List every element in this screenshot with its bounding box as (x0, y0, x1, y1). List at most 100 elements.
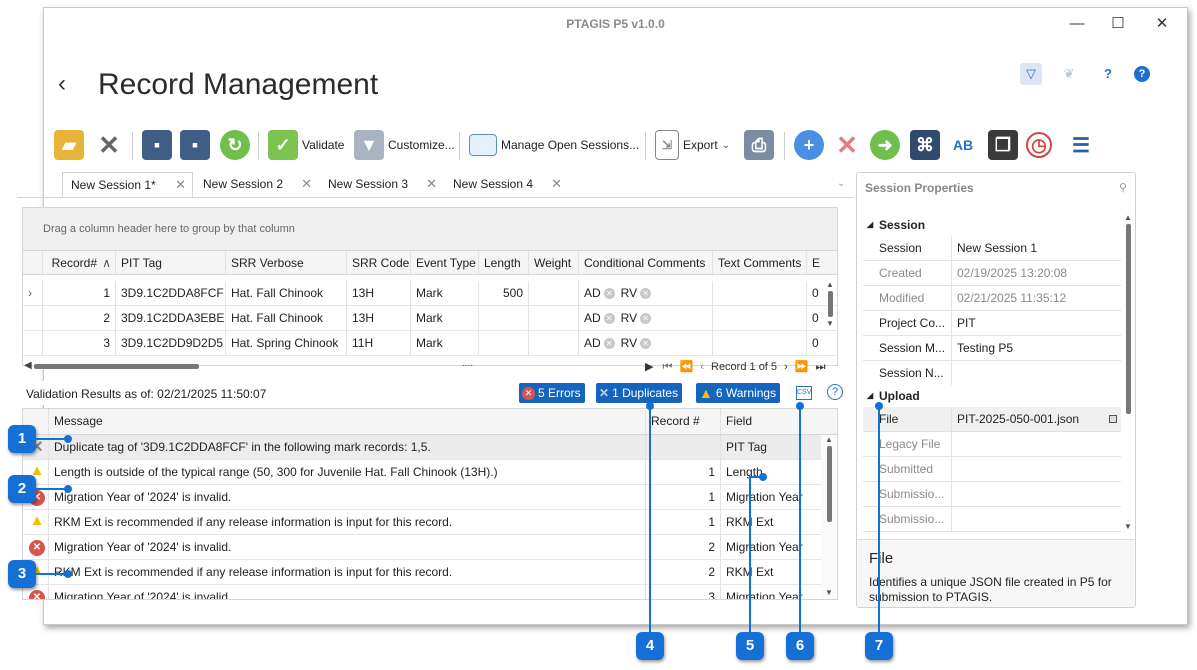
list-item[interactable]: ✕ Migration Year of '2024' is invalid. 3 Mi… (23, 585, 823, 599)
col-event-type[interactable]: Event Type (411, 251, 479, 276)
pin-icon[interactable]: ⚲ (1119, 181, 1127, 194)
help-icon[interactable]: ? (1134, 66, 1150, 82)
csv-export-icon[interactable]: CSV (796, 386, 812, 400)
col-weight[interactable]: Weight (529, 251, 579, 276)
property-row[interactable]: Project Co... PIT (863, 311, 1121, 336)
browse-file-icon[interactable] (1109, 415, 1117, 423)
list-item[interactable]: ✕ Duplicate tag of '3D9.1C2DDA8FCF' in th… (23, 435, 823, 460)
property-row[interactable]: Session M... Testing P5 (863, 336, 1121, 361)
list-button[interactable]: ☰ (1066, 128, 1096, 162)
duplicates-filter-button[interactable]: ✕ 1 Duplicates (596, 383, 683, 403)
property-value[interactable] (951, 432, 1121, 457)
validate-button[interactable]: ✓ Validate (268, 128, 344, 162)
table-row[interactable]: 2 3D9.1C2DDA3EBE Hat. Fall Chinook 13H M… (23, 306, 837, 331)
errors-filter-button[interactable]: ✕ 5 Errors (519, 383, 585, 403)
col-message[interactable]: Message (49, 409, 646, 434)
col-length[interactable]: Length (479, 251, 529, 276)
col-pit-tag[interactable]: PIT Tag (116, 251, 226, 276)
next-fast-icon[interactable]: ⏩ (795, 361, 809, 373)
property-row[interactable]: Submitted (863, 457, 1121, 482)
find-button[interactable]: ⌘ (910, 128, 940, 162)
properties-scrollbar[interactable]: ▲ ▼ (1123, 213, 1133, 531)
close-button[interactable]: ✕ (1150, 14, 1174, 34)
property-value[interactable]: New Session 1 (951, 236, 1121, 261)
close-icon[interactable]: ✕ (426, 172, 437, 196)
property-row[interactable]: Submissio... (863, 482, 1121, 507)
col-record[interactable]: Record# ∧ (43, 251, 116, 276)
leaf-icon[interactable]: ❦ (1058, 63, 1080, 85)
table-row[interactable]: 3 3D9.1C2DD9D2D5 Hat. Spring Chinook 11H… (23, 331, 837, 356)
tab-new-session-4[interactable]: New Session 4 ✕ (445, 172, 568, 198)
list-item[interactable]: ▲ RKM Ext is recommended if any release i… (23, 510, 823, 535)
list-item[interactable]: ▲ RKM Ext is recommended if any release i… (23, 560, 823, 585)
tab-new-session-3[interactable]: New Session 3 ✕ (320, 172, 443, 198)
help-book-icon[interactable]: ? (1097, 63, 1119, 85)
close-icon[interactable]: ✕ (175, 173, 186, 197)
group-by-area[interactable]: Drag a column header here to group by th… (23, 208, 837, 250)
delete-button[interactable]: ✕ (94, 128, 124, 162)
property-row[interactable]: Legacy File (863, 432, 1121, 457)
back-button[interactable]: ‹ (58, 70, 66, 98)
property-row[interactable]: Session N... (863, 361, 1121, 386)
tab-new-session-1[interactable]: New Session 1* ✕ (62, 172, 193, 198)
property-row[interactable]: Created 02/19/2025 13:20:08 (863, 261, 1121, 286)
filter-icon[interactable]: ▽ (1020, 63, 1042, 85)
replace-button[interactable]: AB (948, 128, 978, 162)
first-page-icon[interactable]: ⏮ (663, 361, 673, 373)
manage-sessions-button[interactable]: Manage Open Sessions... (469, 128, 639, 162)
col-field[interactable]: Field (721, 409, 821, 434)
property-row[interactable]: Modified 02/21/2025 11:35:12 (863, 286, 1121, 311)
go-button[interactable]: ➜ (870, 128, 900, 162)
property-value[interactable] (951, 482, 1121, 507)
minimize-button[interactable]: — (1065, 14, 1089, 34)
property-row[interactable]: Session New Session 1 (863, 236, 1121, 261)
last-page-icon[interactable]: ⏭ (816, 361, 826, 373)
validation-scrollbar[interactable]: ▲ ▼ (821, 435, 837, 599)
tabs-chevron-icon[interactable]: ⌄ (837, 178, 845, 189)
property-value[interactable]: 02/21/2025 11:35:12 (951, 286, 1121, 311)
col-srr-verbose[interactable]: SRR Verbose (226, 251, 347, 276)
print-button[interactable]: ⎙ (744, 128, 774, 162)
add-record-button[interactable]: + (794, 128, 824, 162)
clock-button[interactable]: ◷ (1026, 128, 1052, 162)
list-item[interactable]: ✕ Migration Year of '2024' is invalid. 1 Mi… (23, 485, 823, 510)
property-value[interactable] (951, 507, 1121, 532)
property-value[interactable] (951, 361, 1121, 386)
property-value[interactable]: 02/19/2025 13:20:08 (951, 261, 1121, 286)
help-icon[interactable]: ? (827, 384, 843, 400)
list-item[interactable]: ▲ Length is outside of the typical range … (23, 460, 823, 485)
refresh-button[interactable]: ↻ (220, 128, 250, 162)
vertical-scrollbar[interactable]: ▲ ▼ (825, 280, 835, 360)
scroll-right-icon[interactable]: ▶ (645, 361, 653, 373)
col-text-comments[interactable]: Text Comments (713, 251, 807, 276)
table-row[interactable]: › 1 3D9.1C2DDA8FCF Hat. Fall Chinook 13H… (23, 281, 837, 306)
property-value[interactable] (951, 457, 1121, 482)
tab-new-session-2[interactable]: New Session 2 ✕ (195, 172, 318, 198)
close-icon[interactable]: ✕ (551, 172, 562, 196)
col-record-number[interactable]: Record # (646, 409, 721, 434)
prev-fast-icon[interactable]: ⏪ (680, 361, 694, 373)
customize-button[interactable]: ▼ Customize... (354, 128, 455, 162)
remove-record-button[interactable]: ✕ (832, 128, 862, 162)
col-srr-code[interactable]: SRR Code (347, 251, 411, 276)
open-button[interactable]: ▰ (54, 128, 84, 162)
close-icon[interactable]: ✕ (301, 172, 312, 196)
property-value[interactable]: Testing P5 (951, 336, 1121, 361)
property-value[interactable]: PIT-2025-050-001.json (951, 407, 1121, 432)
save-as-button[interactable]: ▪ (180, 128, 210, 162)
category-session[interactable]: ◢ Session (863, 214, 1121, 236)
col-e[interactable]: E (807, 251, 823, 276)
col-conditional-comments[interactable]: Conditional Comments (579, 251, 713, 276)
list-item[interactable]: ✕ Migration Year of '2024' is invalid. 2 Mi… (23, 535, 823, 560)
next-icon[interactable]: › (784, 361, 788, 373)
maximize-button[interactable]: ☐ (1106, 14, 1130, 34)
category-upload[interactable]: ◢ Upload (863, 385, 1121, 407)
save-button[interactable]: ▪ (142, 128, 172, 162)
property-row[interactable]: File PIT-2025-050-001.json (863, 407, 1121, 432)
copy-button[interactable]: ❐ (988, 128, 1018, 162)
property-value[interactable]: PIT (951, 311, 1121, 336)
warnings-filter-button[interactable]: ▲ 6 Warnings (696, 383, 781, 403)
property-row[interactable]: Submissio... (863, 507, 1121, 532)
export-button[interactable]: ⇲ Export ⌄ (655, 128, 730, 162)
prev-icon[interactable]: ‹ (700, 361, 704, 373)
